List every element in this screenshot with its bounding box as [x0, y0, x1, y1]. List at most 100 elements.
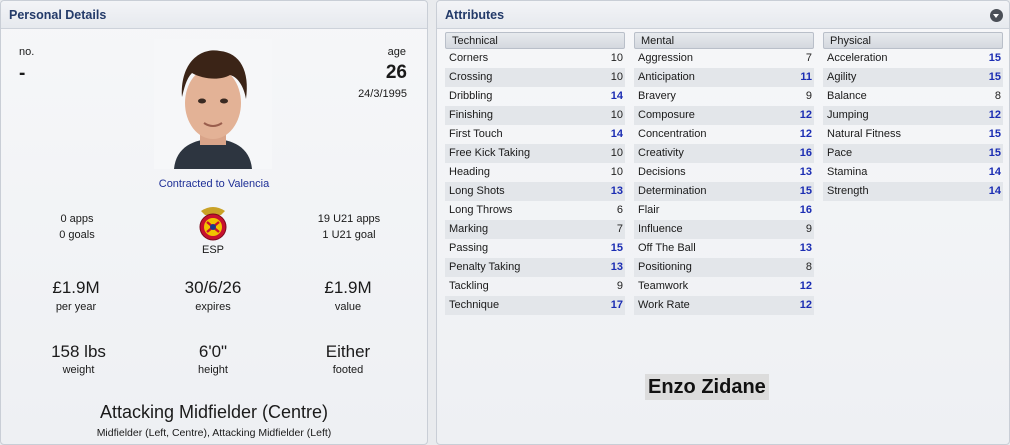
age-value: 26: [385, 62, 407, 83]
height-value: 6'0": [198, 342, 228, 361]
attribute-value: 11: [800, 71, 812, 83]
attribute-name: Heading: [449, 166, 490, 178]
attribute-row-pace[interactable]: Pace 15: [823, 144, 1003, 163]
attribute-value: 12: [799, 128, 812, 140]
attribute-value: 12: [799, 109, 812, 121]
attribute-value: 7: [805, 52, 812, 64]
contract-expiry-label: expires: [195, 301, 231, 313]
attribute-row-off-the-ball[interactable]: Off The Ball 13: [634, 239, 814, 258]
attribute-row-corners[interactable]: Corners 10: [445, 49, 625, 68]
attribute-value: 9: [805, 90, 812, 102]
squad-number-label: no.: [19, 46, 35, 58]
attribute-value: 15: [610, 242, 623, 254]
attribute-row-heading[interactable]: Heading 10: [445, 163, 625, 182]
attribute-row-marking[interactable]: Marking 7: [445, 220, 625, 239]
squad-number: -: [19, 63, 26, 84]
attribute-value: 14: [988, 166, 1001, 178]
mental-attributes: Mental Aggression 7 Anticipation 11 Bravery 9…: [634, 32, 814, 315]
attribute-value: 13: [799, 166, 812, 178]
attribute-row-jumping[interactable]: Jumping 12: [823, 106, 1003, 125]
attribute-row-anticipation[interactable]: Anticipation 11: [634, 68, 814, 87]
attribute-row-balance[interactable]: Balance 8: [823, 87, 1003, 106]
attribute-row-bravery[interactable]: Bravery 9: [634, 87, 814, 106]
attribute-row-first-touch[interactable]: First Touch 14: [445, 125, 625, 144]
attribute-row-technique[interactable]: Technique 17: [445, 296, 625, 315]
attribute-row-natural-fitness[interactable]: Natural Fitness 15: [823, 125, 1003, 144]
attribute-value: 10: [610, 166, 623, 178]
mental-rows: Aggression 7 Anticipation 11 Bravery 9 Composu…: [634, 49, 814, 315]
attribute-value: 13: [610, 185, 623, 197]
attribute-row-dribbling[interactable]: Dribbling 14: [445, 87, 625, 106]
attribute-name: Long Throws: [449, 204, 513, 216]
attribute-name: Finishing: [449, 109, 494, 121]
collapse-chevron-icon[interactable]: [990, 9, 1003, 22]
height-label: height: [198, 364, 228, 376]
attribute-row-aggression[interactable]: Aggression 7: [634, 49, 814, 68]
attribute-name: Determination: [638, 185, 707, 197]
technical-rows: Corners 10 Crossing 10 Dribbling 14 Finishing 1…: [445, 49, 625, 315]
attribute-value: 14: [610, 90, 623, 102]
attribute-name: Composure: [638, 109, 695, 121]
attribute-value: 10: [610, 109, 623, 121]
attribute-row-determination[interactable]: Determination 15: [634, 182, 814, 201]
attribute-name: Long Shots: [449, 185, 505, 197]
attribute-name: Free Kick Taking: [449, 147, 531, 159]
player-photo: [154, 39, 272, 169]
attribute-row-agility[interactable]: Agility 15: [823, 68, 1003, 87]
nation-code: ESP: [201, 244, 224, 256]
u21-apps: 19 U21 apps: [317, 213, 381, 225]
attribute-row-acceleration[interactable]: Acceleration 15: [823, 49, 1003, 68]
attribute-row-influence[interactable]: Influence 9: [634, 220, 814, 239]
attribute-value: 16: [799, 147, 812, 159]
wage-label: per year: [55, 301, 97, 313]
attribute-value: 10: [610, 52, 623, 64]
attribute-name: Pace: [827, 147, 853, 159]
technical-header: Technical: [445, 32, 625, 49]
preferred-foot-label: footed: [332, 364, 364, 376]
attribute-name: Flair: [638, 204, 660, 216]
market-value-label: value: [334, 301, 362, 313]
attribute-name: Positioning: [638, 261, 692, 273]
attribute-name: Strength: [827, 185, 869, 197]
panel-title: Personal Details: [9, 8, 107, 22]
personal-details-header: Personal Details: [1, 1, 427, 29]
attribute-row-concentration[interactable]: Concentration 12: [634, 125, 814, 144]
attribute-name: Dribbling: [449, 90, 493, 102]
attribute-name: Technique: [449, 299, 500, 311]
federation-badge-icon: [191, 201, 235, 243]
age-label: age: [387, 46, 406, 58]
preferred-foot-value: Either: [325, 342, 371, 361]
attribute-row-tackling[interactable]: Tackling 9: [445, 277, 625, 296]
attribute-value: 12: [799, 299, 812, 311]
attribute-row-positioning[interactable]: Positioning 8: [634, 258, 814, 277]
attribute-row-long-throws[interactable]: Long Throws 6: [445, 201, 625, 220]
attribute-value: 7: [616, 223, 623, 235]
senior-goals: 0 goals: [59, 229, 95, 241]
attribute-name: Natural Fitness: [827, 128, 901, 140]
attribute-row-stamina[interactable]: Stamina 14: [823, 163, 1003, 182]
attribute-name: Teamwork: [638, 280, 689, 292]
attribute-row-finishing[interactable]: Finishing 10: [445, 106, 625, 125]
attribute-row-free-kick-taking[interactable]: Free Kick Taking 10: [445, 144, 625, 163]
attribute-name: Anticipation: [638, 71, 695, 83]
attribute-name: Tackling: [449, 280, 489, 292]
attribute-row-penalty-taking[interactable]: Penalty Taking 13: [445, 258, 625, 277]
contract-link[interactable]: Contracted to Valencia: [114, 178, 314, 190]
attribute-row-decisions[interactable]: Decisions 13: [634, 163, 814, 182]
attribute-row-strength[interactable]: Strength 14: [823, 182, 1003, 201]
attribute-value: 16: [799, 204, 812, 216]
attribute-row-crossing[interactable]: Crossing 10: [445, 68, 625, 87]
attributes-header: Attributes: [437, 1, 1009, 29]
attribute-row-teamwork[interactable]: Teamwork 12: [634, 277, 814, 296]
attribute-row-flair[interactable]: Flair 16: [634, 201, 814, 220]
market-value: £1.9M: [324, 278, 372, 297]
attribute-name: Influence: [638, 223, 683, 235]
attribute-row-work-rate[interactable]: Work Rate 12: [634, 296, 814, 315]
attribute-row-creativity[interactable]: Creativity 16: [634, 144, 814, 163]
attribute-row-long-shots[interactable]: Long Shots 13: [445, 182, 625, 201]
attribute-name: Corners: [449, 52, 489, 64]
attribute-name: Decisions: [638, 166, 686, 178]
attribute-row-composure[interactable]: Composure 12: [634, 106, 814, 125]
mental-header: Mental: [634, 32, 814, 49]
attribute-row-passing[interactable]: Passing 15: [445, 239, 625, 258]
